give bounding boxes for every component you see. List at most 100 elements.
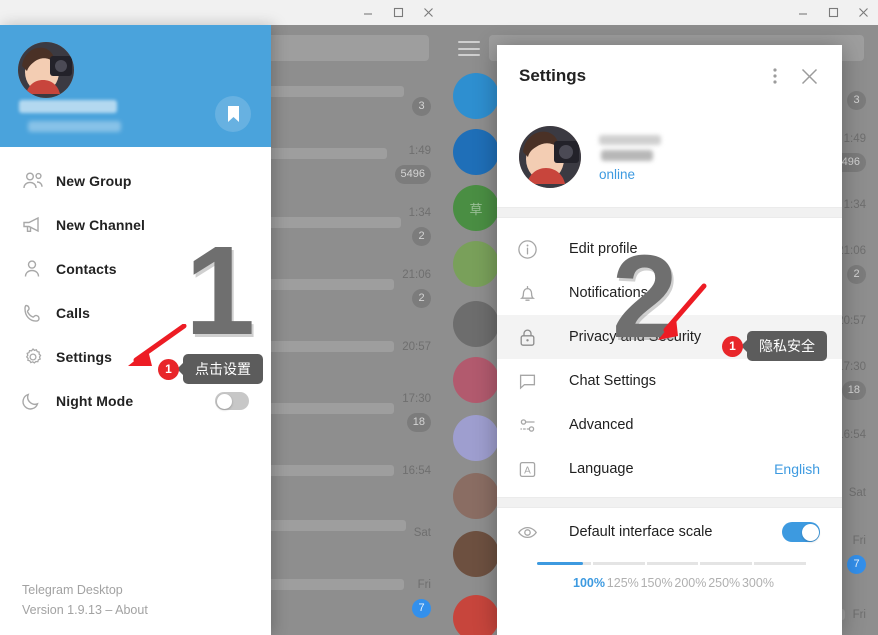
settings-item-chat-settings[interactable]: Chat Settings — [497, 359, 842, 403]
svg-text:A: A — [524, 465, 531, 476]
chat-time: Sat — [413, 526, 431, 539]
scale-option-100[interactable]: 100% — [573, 576, 605, 590]
menu-header — [0, 25, 271, 147]
scale-option-150[interactable]: 150% — [641, 576, 673, 590]
annotation-text: 隐私安全 — [747, 331, 827, 361]
scale-option-125[interactable]: 125% — [607, 576, 639, 590]
unread-badge: 5496 — [394, 164, 431, 184]
menu-item-calls[interactable]: Calls — [0, 291, 271, 335]
chat-time: Sat — [848, 486, 866, 499]
minimize-button[interactable] — [788, 0, 818, 25]
maximize-button[interactable] — [383, 0, 413, 25]
default-scale-toggle[interactable] — [782, 522, 820, 542]
annotation-badge: 1 — [158, 358, 179, 380]
eye-icon — [517, 522, 569, 543]
annotation-callout-2: 1 隐私安全 — [722, 331, 827, 361]
settings-item-language[interactable]: A Language English — [497, 447, 842, 491]
user-avatar[interactable] — [18, 42, 74, 98]
scale-option-200[interactable]: 200% — [674, 576, 706, 590]
close-icon[interactable] — [792, 59, 826, 93]
scale-slider[interactable]: 100% 125% 150% 200% 250% 300% — [497, 556, 842, 590]
titlebar-left — [0, 0, 443, 25]
menu-item-label: New Channel — [56, 217, 146, 233]
annotation-badge: 1 — [722, 335, 743, 357]
minimize-button[interactable] — [353, 0, 383, 25]
avatar — [453, 531, 499, 577]
avatar — [453, 473, 499, 519]
divider — [497, 497, 842, 508]
menu-item-label: Contacts — [56, 261, 117, 277]
user-phone-redacted — [28, 121, 121, 132]
user-avatar[interactable] — [519, 126, 581, 188]
lock-icon — [517, 327, 569, 348]
bookmark-icon[interactable] — [215, 96, 251, 132]
info-icon — [517, 239, 569, 260]
interface-scale-row: Default interface scale — [497, 508, 842, 556]
menu-item-new-group[interactable]: New Group — [0, 159, 271, 203]
language-value[interactable]: English — [774, 461, 820, 477]
hamburger-icon[interactable] — [458, 41, 480, 56]
settings-item-label: Advanced — [569, 417, 634, 433]
chat-time: 20:57 — [402, 340, 431, 353]
more-vertical-icon[interactable] — [758, 59, 792, 93]
scale-option-300[interactable]: 300% — [742, 576, 774, 590]
chat-icon — [517, 371, 569, 392]
telegram-window-right: e… 3 1:49 5496 草 1:34 21:06 2 — [443, 0, 878, 635]
chat-time: Fri — [417, 578, 431, 591]
unread-badge: 2 — [412, 288, 431, 308]
maximize-button[interactable] — [818, 0, 848, 25]
avatar — [453, 415, 499, 461]
slider-track[interactable] — [537, 562, 808, 565]
avatar — [453, 241, 499, 287]
settings-profile[interactable]: online — [497, 107, 842, 207]
group-icon — [22, 171, 56, 191]
settings-item-label: Notifications — [569, 285, 648, 301]
settings-profile-names: online — [599, 133, 661, 182]
avatar: 草 — [453, 185, 499, 231]
menu-footer: Telegram Desktop Version 1.9.13 – About — [22, 580, 148, 621]
chat-time: 1:34 — [408, 206, 431, 219]
settings-item-label: Edit profile — [569, 241, 638, 257]
avatar — [453, 129, 499, 175]
interface-scale-label: Default interface scale — [569, 524, 713, 540]
menu-item-contacts[interactable]: Contacts — [0, 247, 271, 291]
language-icon: A — [517, 459, 569, 480]
chat-time: 21:06 — [402, 268, 431, 281]
user-name-redacted — [599, 134, 661, 145]
unread-badge: 3 — [847, 90, 866, 110]
interface-scale-section: Default interface scale 100% 125% 150% 2… — [497, 508, 842, 600]
night-mode-toggle[interactable] — [215, 392, 249, 410]
menu-item-night-mode[interactable]: Night Mode — [0, 379, 271, 423]
user-username-redacted — [601, 149, 653, 161]
divider — [497, 207, 842, 218]
chat-time: Fri — [852, 608, 866, 621]
chat-time: 1:34 — [843, 198, 866, 211]
avatar — [453, 301, 499, 347]
phone-icon — [22, 303, 56, 323]
slider-fill — [537, 562, 584, 565]
menu-item-label: Settings — [56, 349, 113, 365]
settings-item-notifications[interactable]: Notifications — [497, 271, 842, 315]
settings-header: Settings — [497, 45, 842, 107]
chat-time: 17:30 — [402, 392, 431, 405]
settings-title: Settings — [519, 66, 587, 85]
unread-badge: 7 — [847, 554, 866, 574]
menu-item-label: Calls — [56, 305, 90, 321]
telegram-window-left: code to anyone, eve… 3 rificación. Esper… — [0, 0, 443, 635]
close-button[interactable] — [413, 0, 443, 25]
menu-item-new-channel[interactable]: New Channel — [0, 203, 271, 247]
close-button[interactable] — [848, 0, 878, 25]
settings-item-edit-profile[interactable]: Edit profile — [497, 227, 842, 271]
moon-icon — [22, 391, 56, 411]
app-version[interactable]: Version 1.9.13 – About — [22, 600, 148, 621]
settings-item-advanced[interactable]: Advanced — [497, 403, 842, 447]
gear-icon — [22, 347, 56, 367]
settings-item-label: Chat Settings — [569, 373, 657, 389]
avatar — [453, 357, 499, 403]
scale-option-250[interactable]: 250% — [708, 576, 740, 590]
titlebar-right — [443, 0, 878, 25]
avatar — [453, 73, 499, 119]
unread-badge: 18 — [841, 380, 866, 400]
avatar — [453, 595, 499, 635]
unread-badge: 7 — [412, 598, 431, 618]
